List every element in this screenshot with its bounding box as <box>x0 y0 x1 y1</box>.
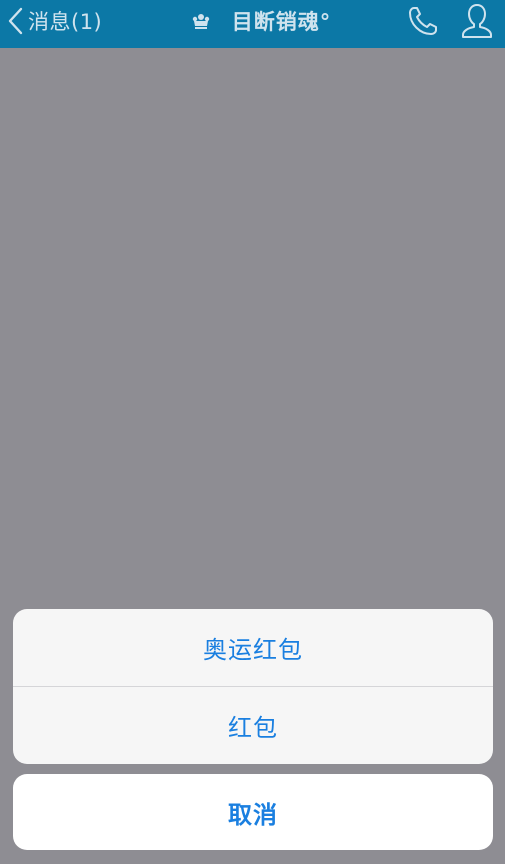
cancel-button[interactable]: 取消 <box>13 774 493 850</box>
call-button[interactable] <box>403 1 443 41</box>
person-icon <box>462 4 492 38</box>
red-packet-option[interactable]: 红包 <box>13 687 493 764</box>
profile-button[interactable] <box>457 1 497 41</box>
action-sheet-cancel: 取消 <box>13 774 493 850</box>
page-title: 目断销魂° <box>231 10 332 34</box>
olympic-red-packet-option[interactable]: 奥运红包 <box>13 609 493 686</box>
nav-actions <box>403 0 497 42</box>
navigation-bar: 消息(1) 目断销魂° <box>0 0 505 48</box>
phone-icon <box>409 7 437 35</box>
crown-icon <box>192 14 209 29</box>
action-sheet-options: 奥运红包 红包 <box>13 609 493 764</box>
